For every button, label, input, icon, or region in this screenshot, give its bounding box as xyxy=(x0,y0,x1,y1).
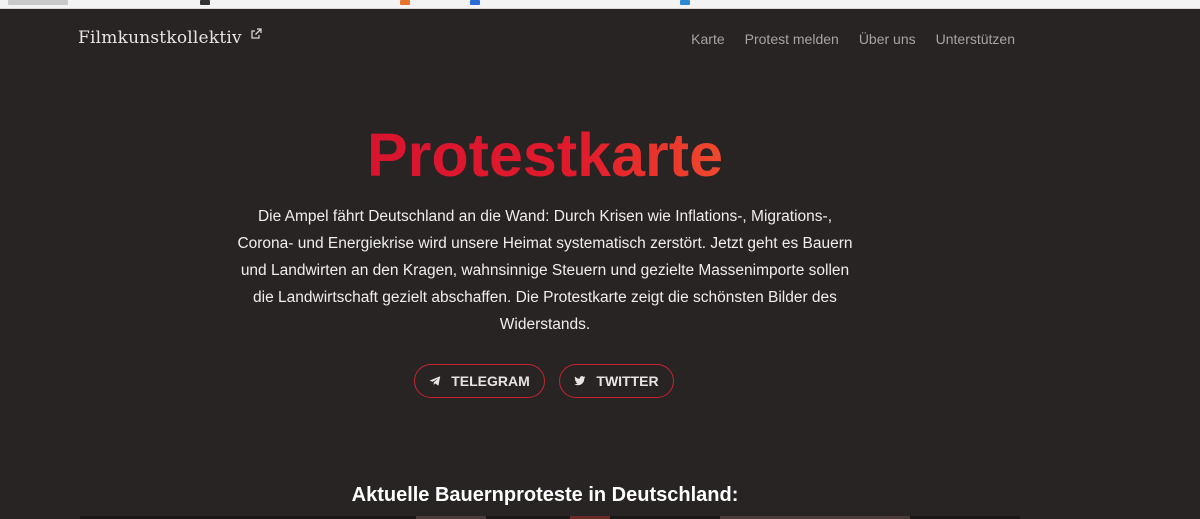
social-buttons: TELEGRAM TWITTER xyxy=(414,364,674,398)
telegram-button[interactable]: TELEGRAM xyxy=(414,364,545,398)
bookmark-fragment[interactable] xyxy=(470,0,480,5)
external-link-icon xyxy=(251,28,262,39)
nav-link-unterstuetzen[interactable]: Unterstützen xyxy=(936,31,1015,47)
twitter-label: TWITTER xyxy=(596,373,659,389)
nav-link-ueber-uns[interactable]: Über uns xyxy=(859,31,916,47)
section-title: Aktuelle Bauernproteste in Deutschland: xyxy=(351,484,739,506)
hero-title: Protestkarte xyxy=(0,122,1090,188)
browser-bookmarks-strip xyxy=(0,0,1200,9)
hero-title-text: Protestkarte xyxy=(367,121,723,189)
brand-name: Filmkunstkollektiv xyxy=(78,28,242,48)
nav-link-protest-melden[interactable]: Protest melden xyxy=(745,31,839,47)
hero-description: Die Ampel fährt Deutschland an die Wand:… xyxy=(237,208,853,333)
nav-link-karte[interactable]: Karte xyxy=(691,31,724,47)
bookmark-fragment[interactable] xyxy=(200,0,210,5)
bookmark-fragment[interactable] xyxy=(400,0,410,5)
twitter-icon xyxy=(574,376,586,386)
bookmark-fragment[interactable] xyxy=(680,0,690,5)
telegram-label: TELEGRAM xyxy=(451,373,530,389)
twitter-button[interactable]: TWITTER xyxy=(559,364,674,398)
bookmark-fragment[interactable] xyxy=(8,0,68,5)
telegram-icon xyxy=(429,376,441,386)
site-navbar: Filmkunstkollektiv Karte Protest melden … xyxy=(0,9,1200,69)
brand-link[interactable]: Filmkunstkollektiv xyxy=(78,28,262,48)
nav-links: Karte Protest melden Über uns Unterstütz… xyxy=(691,31,1015,47)
